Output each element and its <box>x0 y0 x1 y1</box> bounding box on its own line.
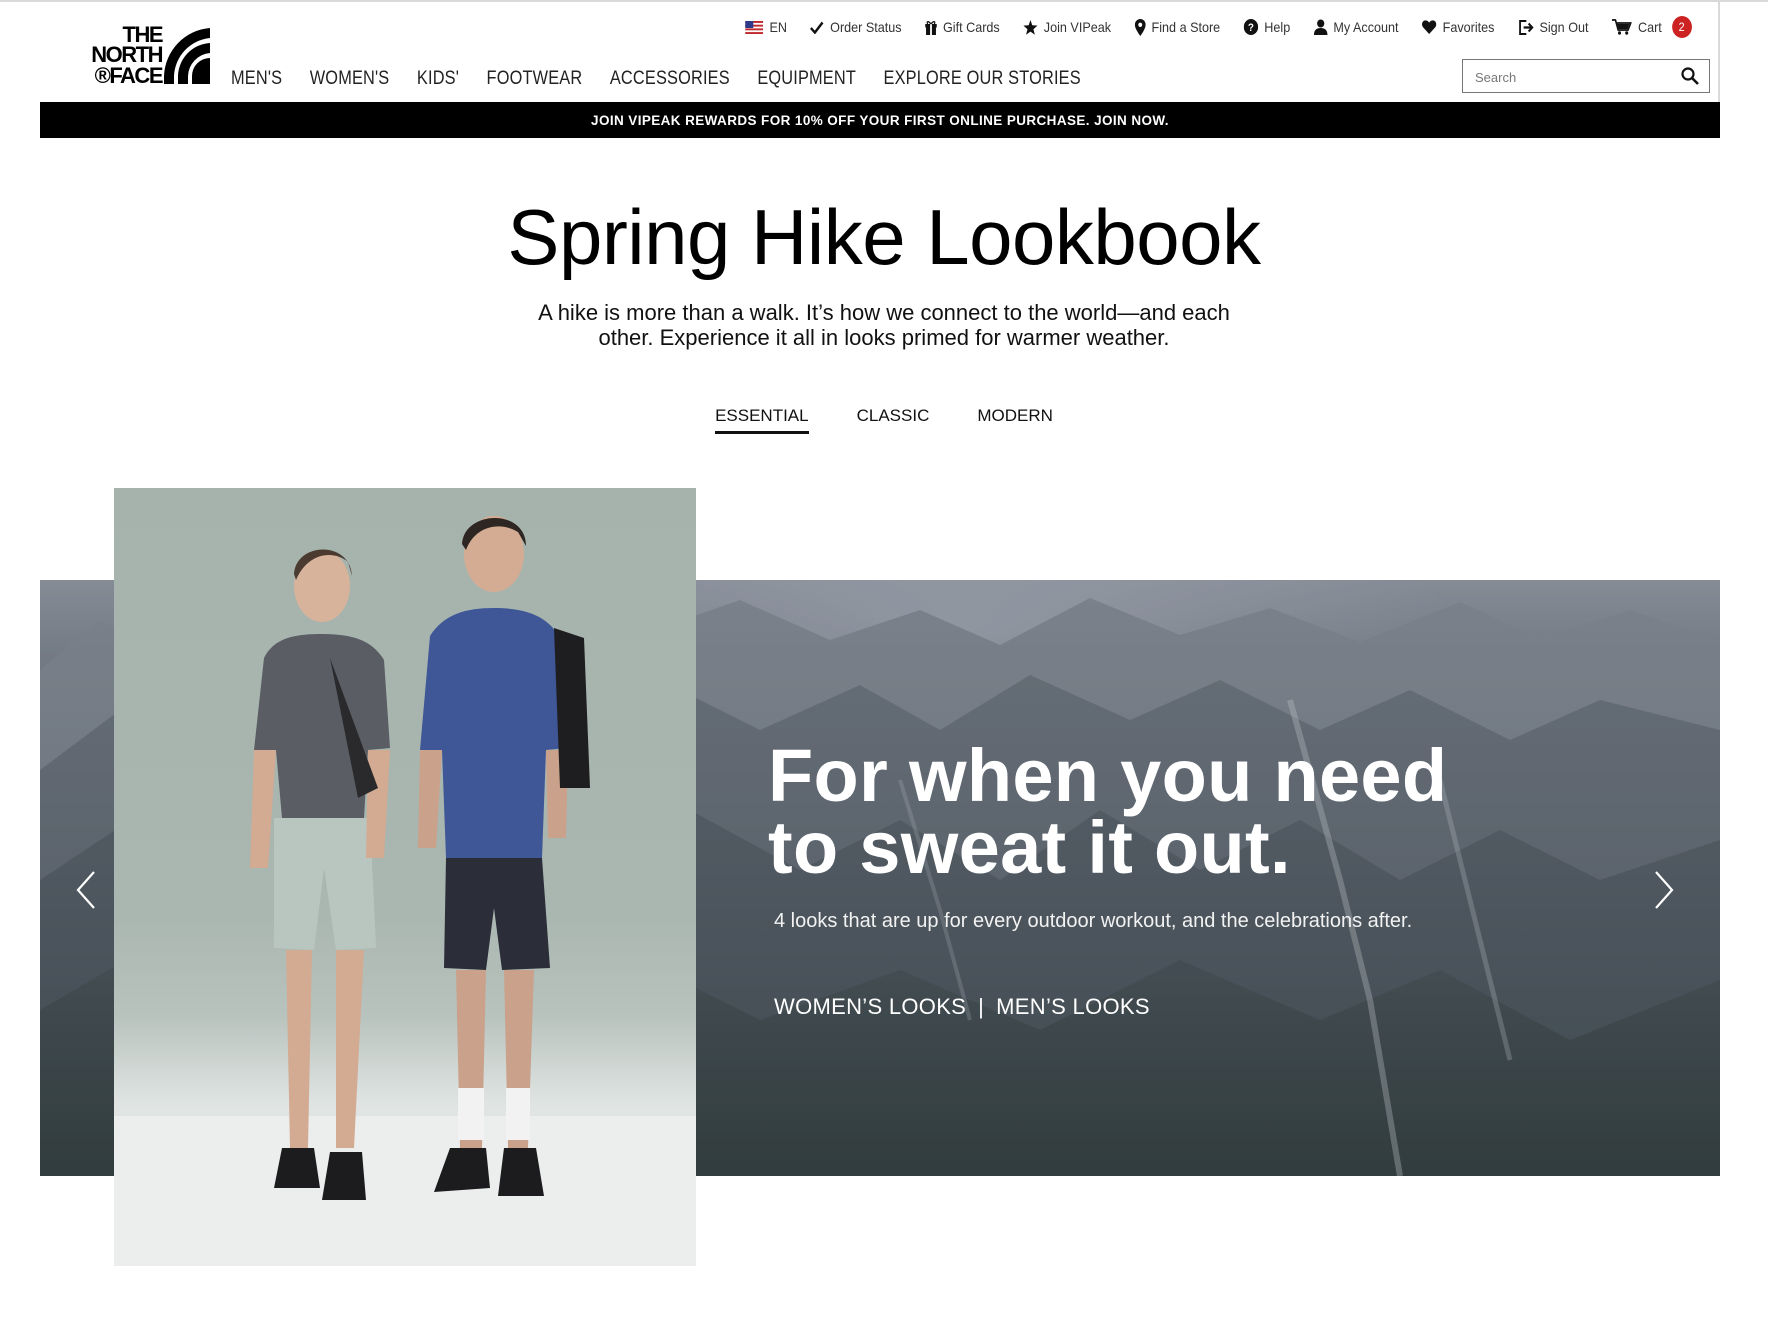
join-vipeak-link[interactable]: Join VIPeak <box>1023 19 1112 35</box>
womens-looks-link[interactable]: WOMEN’S LOOKS <box>774 994 966 1020</box>
page-intro: A hike is more than a walk. It’s how we … <box>534 300 1234 350</box>
link-separator: | <box>978 994 985 1019</box>
nav-explore-stories[interactable]: EXPLORE OUR STORIES <box>884 68 1081 90</box>
carousel-prev-arrow-icon[interactable] <box>72 870 100 910</box>
nav-womens[interactable]: WOMEN'S <box>310 68 390 90</box>
gift-icon <box>925 20 938 35</box>
hero-subtext: 4 looks that are up for every outdoor wo… <box>774 910 1413 932</box>
two-hikers-illustration <box>114 516 696 1266</box>
logo-line-3: ®FACE <box>94 63 164 88</box>
order-status-label: Order Status <box>830 19 903 35</box>
nav-footwear[interactable]: FOOTWEAR <box>487 68 583 90</box>
utility-nav: EN Order Status Gift Cards Join VIPeak F… <box>745 16 1692 38</box>
tab-classic[interactable]: CLASSIC <box>857 406 930 434</box>
search-icon[interactable] <box>1681 67 1699 85</box>
svg-text:?: ? <box>1248 23 1254 35</box>
find-store-link[interactable]: Find a Store <box>1134 18 1221 36</box>
site-header: THE NORTH ®FACE EN Order Status Gift Car… <box>40 2 1720 102</box>
gift-cards-label: Gift Cards <box>943 19 1001 35</box>
intro-line-2: other. Experience it all in looks primed… <box>598 325 1170 350</box>
language-label: EN <box>769 19 788 35</box>
tab-modern[interactable]: MODERN <box>977 406 1053 434</box>
help-label: Help <box>1264 19 1291 35</box>
intro-line-1: A hike is more than a walk. It’s how we … <box>538 300 1230 325</box>
cart-icon <box>1612 19 1633 35</box>
help-link[interactable]: ? Help <box>1244 19 1291 35</box>
page-title: Spring Hike Lookbook <box>507 193 1261 281</box>
brand-logo[interactable]: THE NORTH ®FACE <box>70 24 210 88</box>
gift-cards-link[interactable]: Gift Cards <box>925 19 1000 35</box>
lookbook-tabs: ESSENTIAL CLASSIC MODERN <box>0 406 1768 434</box>
mens-looks-link[interactable]: MEN’S LOOKS <box>996 994 1150 1020</box>
my-account-link[interactable]: My Account <box>1314 19 1399 35</box>
carousel-next-arrow-icon[interactable] <box>1650 870 1678 910</box>
sign-out-label: Sign Out <box>1539 19 1589 35</box>
cart-link[interactable]: Cart 2 <box>1612 16 1692 38</box>
search-input[interactable] <box>1473 66 1667 88</box>
find-store-label: Find a Store <box>1152 19 1221 35</box>
cart-label: Cart <box>1638 19 1663 35</box>
map-pin-icon <box>1134 18 1146 36</box>
checkmark-icon <box>810 21 825 34</box>
tab-essential[interactable]: ESSENTIAL <box>715 406 809 434</box>
promo-banner[interactable]: JOIN VIPEAK REWARDS FOR 10% OFF YOUR FIR… <box>40 102 1720 138</box>
hero-links: WOMEN’S LOOKS | MEN’S LOOKS <box>774 994 1150 1020</box>
order-status-link[interactable]: Order Status <box>810 19 903 35</box>
join-vipeak-label: Join VIPeak <box>1044 19 1112 35</box>
cart-count-badge: 2 <box>1672 16 1692 38</box>
hero-heading-line-1: For when you need <box>768 734 1448 817</box>
favorites-link[interactable]: Favorites <box>1422 19 1495 35</box>
logo-line-2: NORTH <box>91 42 163 67</box>
us-flag-icon <box>745 20 764 34</box>
promo-text: JOIN VIPEAK REWARDS FOR 10% OFF YOUR FIR… <box>591 112 1169 128</box>
nav-accessories[interactable]: ACCESSORIES <box>610 68 730 90</box>
search-box <box>1462 59 1710 93</box>
help-icon: ? <box>1244 19 1259 35</box>
star-icon <box>1023 19 1038 35</box>
nav-mens[interactable]: MEN'S <box>231 68 282 90</box>
my-account-label: My Account <box>1333 19 1400 35</box>
half-dome-logo-icon <box>164 28 210 84</box>
sign-out-icon <box>1519 19 1534 35</box>
main-nav: MEN'S WOMEN'S KIDS' FOOTWEAR ACCESSORIES… <box>231 68 1081 90</box>
lookbook-models-photo <box>114 488 696 1266</box>
nav-equipment[interactable]: EQUIPMENT <box>757 68 856 90</box>
sign-out-link[interactable]: Sign Out <box>1518 19 1589 35</box>
language-selector[interactable]: EN <box>745 19 788 35</box>
heart-icon <box>1422 20 1437 34</box>
favorites-label: Favorites <box>1443 19 1495 35</box>
nav-kids[interactable]: KIDS' <box>417 68 459 90</box>
hero-heading-line-2: to sweat it out. <box>768 806 1291 889</box>
hero-heading: For when you need to sweat it out. <box>768 739 1488 885</box>
user-icon <box>1314 19 1328 35</box>
